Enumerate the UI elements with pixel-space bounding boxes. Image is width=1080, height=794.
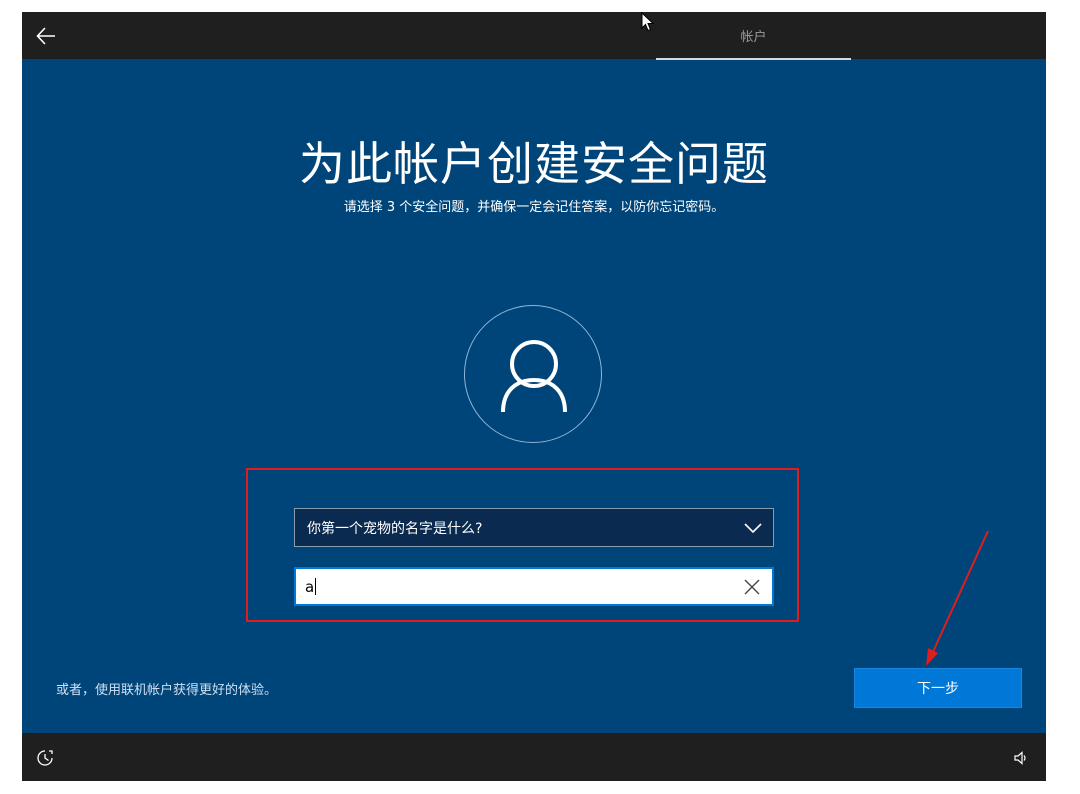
avatar (464, 305, 602, 443)
page-subtitle: 请选择 3 个安全问题，并确保一定会记住答案，以防你忘记密码。 (343, 200, 725, 215)
close-icon (744, 579, 760, 594)
volume-button[interactable] (1010, 747, 1032, 769)
oobe-window: 帐户 为此帐户创建安全问题 请选择 3 个安全问题，并确保一定会记住答案，以防你… (22, 12, 1046, 781)
volume-icon (1014, 751, 1026, 765)
page-title: 为此帐户创建安全问题 (299, 137, 769, 191)
ease-of-access-button[interactable] (34, 747, 56, 769)
mouse-cursor-icon (641, 12, 655, 32)
security-answer-value: a (305, 577, 315, 596)
tab-underline (656, 58, 851, 60)
clear-input-button[interactable] (732, 569, 772, 604)
bottom-bar (22, 733, 1046, 781)
user-icon (501, 340, 567, 413)
next-button[interactable]: 下一步 (854, 668, 1022, 708)
back-button[interactable] (32, 22, 60, 50)
security-answer-input[interactable]: a (294, 567, 774, 606)
online-account-link[interactable]: 或者，使用联机帐户获得更好的体验。 (56, 679, 277, 698)
top-bar: 帐户 (22, 12, 1046, 60)
security-question-select[interactable]: 你第一个宠物的名字是什么? (294, 508, 774, 547)
chevron-down-icon (733, 509, 773, 546)
tab-account: 帐户 (740, 30, 767, 45)
ease-of-access-icon (37, 750, 53, 766)
security-question-value: 你第一个宠物的名字是什么? (307, 520, 483, 537)
text-caret (315, 578, 317, 595)
back-arrow-icon (36, 27, 55, 45)
security-answer-value-wrap: a (296, 578, 732, 596)
